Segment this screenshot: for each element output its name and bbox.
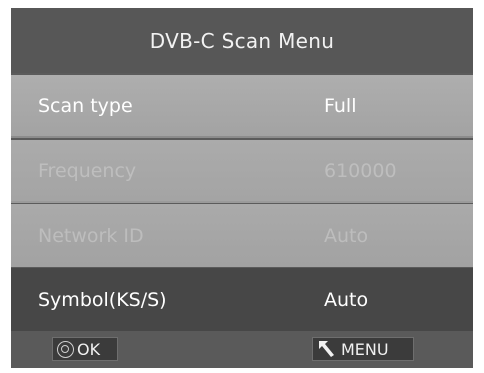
ok-circle-icon [57,340,74,358]
dvb-c-scan-menu: DVB-C Scan Menu Scan type Full Frequency… [11,8,473,368]
menu-title-bar: DVB-C Scan Menu [11,8,473,73]
menu-row-symbol-rate[interactable]: Symbol(KS/S) Auto [11,268,473,331]
menu-button[interactable]: MENU [312,337,414,361]
scan-type-value[interactable]: Full [324,95,357,117]
menu-row-scan-type[interactable]: Scan type Full [11,75,473,138]
menu-row-network-id: Network ID Auto [11,204,473,267]
menu-row-frequency: Frequency 610000 [11,140,473,203]
menu-footer: OK MENU [11,331,473,368]
menu-title: DVB-C Scan Menu [149,28,335,53]
scan-type-label: Scan type [38,94,133,117]
ok-button[interactable]: OK [52,337,118,361]
symbol-rate-value[interactable]: Auto [324,289,368,311]
network-id-label: Network ID [38,224,144,247]
back-arrow-icon [319,341,334,357]
symbol-rate-label: Symbol(KS/S) [38,288,167,311]
frequency-value: 610000 [324,159,397,182]
menu-button-label: MENU [341,339,389,359]
ok-button-label: OK [77,339,101,359]
frequency-label: Frequency [38,159,137,182]
network-id-value: Auto [324,224,369,247]
